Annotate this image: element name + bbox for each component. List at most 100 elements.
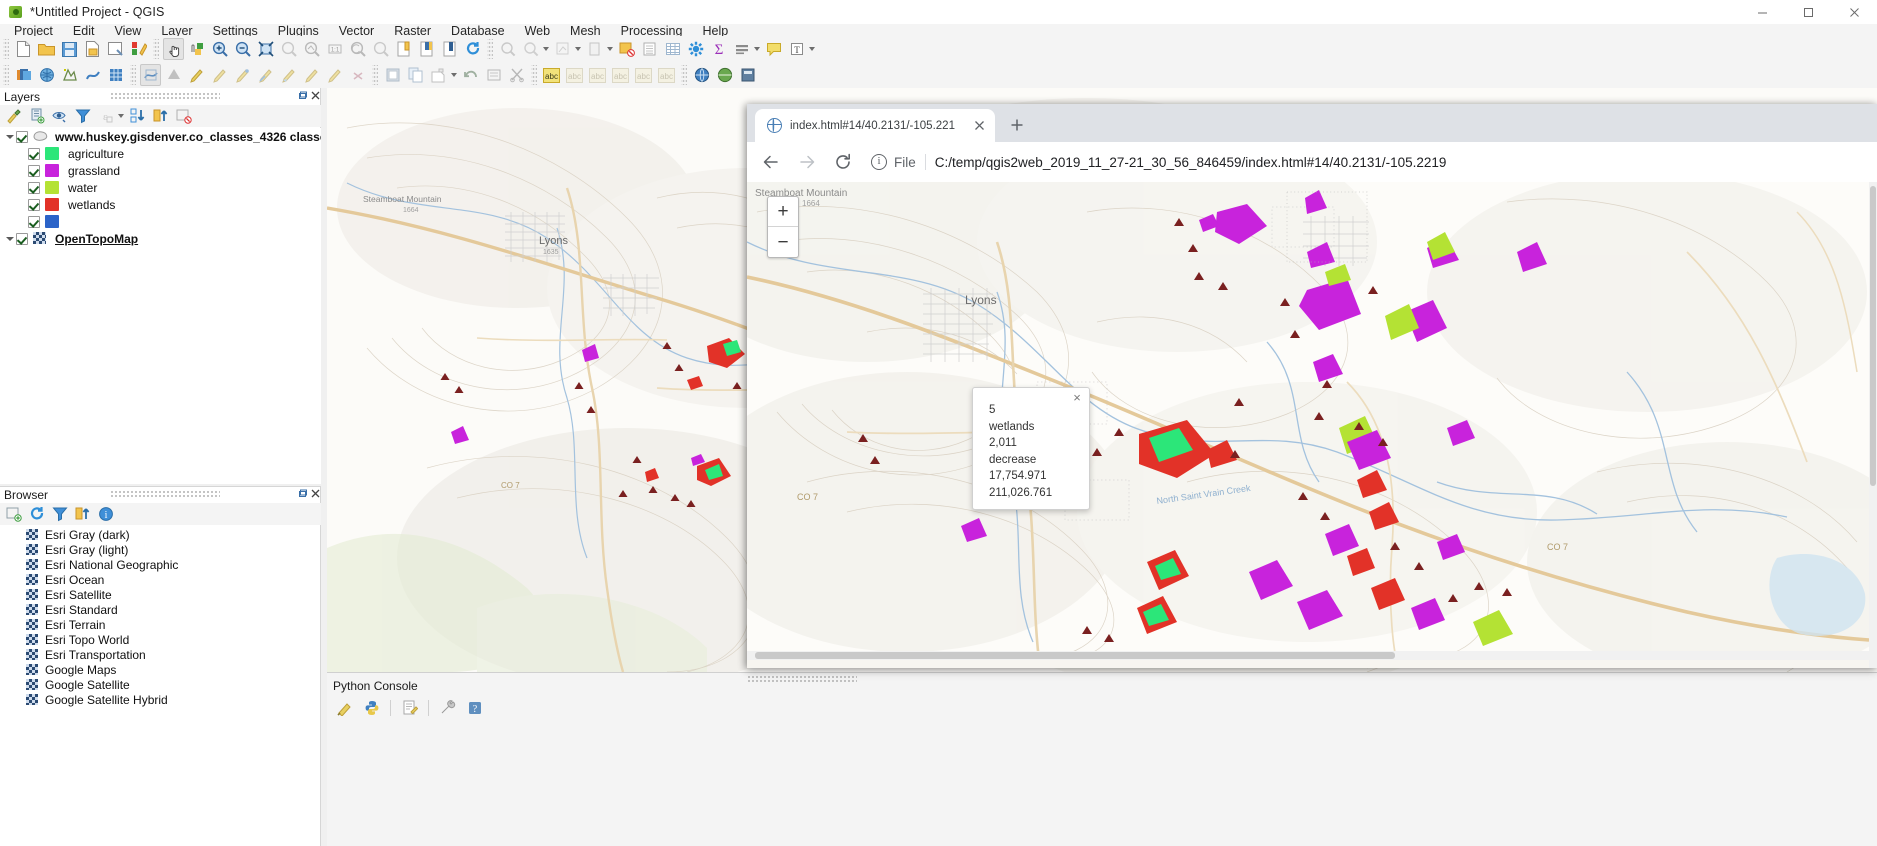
text-annotation-icon[interactable]: T <box>786 38 807 60</box>
select-by-expression-icon[interactable] <box>552 38 573 60</box>
browser-item-google-maps[interactable]: Google Maps <box>0 662 312 677</box>
browser-item-esri-topo-world[interactable]: Esri Topo World <box>0 632 312 647</box>
show-labels-dropdown[interactable] <box>753 38 761 60</box>
add-vector-layer-icon[interactable] <box>36 64 57 86</box>
zoom-out-button[interactable]: − <box>768 227 798 257</box>
paste-dropdown[interactable] <box>450 64 458 86</box>
forward-arrow-icon[interactable] <box>792 147 822 177</box>
pan-map-icon[interactable] <box>163 38 184 60</box>
vertex-tool-icon[interactable] <box>301 64 322 86</box>
zoom-to-layer-icon[interactable] <box>301 38 322 60</box>
open-project-icon[interactable] <box>36 38 57 60</box>
toolbar-grip-8[interactable] <box>681 65 687 85</box>
legend-visibility-checkbox-wetlands[interactable] <box>28 198 40 211</box>
chrome-browser-window[interactable]: index.html#14/40.2131/-105.221 i File C:… <box>747 104 1877 668</box>
toolbar-grip-3[interactable] <box>487 39 493 59</box>
browser-item-esri-terrain[interactable]: Esri Terrain <box>0 617 312 632</box>
show-spatial-bookmarks-icon[interactable] <box>439 38 460 60</box>
browser-panel-close-button[interactable] <box>311 489 320 498</box>
browser-item-esri-national-geographic[interactable]: Esri National Geographic <box>0 557 312 572</box>
expand-all-icon[interactable] <box>127 105 148 127</box>
zoom-in-button[interactable]: + <box>768 197 798 227</box>
toolbar-grip-6[interactable] <box>372 65 378 85</box>
layer-visibility-checkbox[interactable] <box>16 130 28 143</box>
map-tips-icon[interactable] <box>763 38 784 60</box>
save-project-icon[interactable] <box>59 38 80 60</box>
toggle-editing-icon[interactable] <box>186 64 207 86</box>
change-label-icon[interactable]: abc <box>656 64 677 86</box>
zoom-to-selection-icon[interactable] <box>278 38 299 60</box>
identify-features-icon[interactable] <box>497 38 518 60</box>
remove-layer-icon[interactable] <box>173 105 194 127</box>
layer-group-row-vector[interactable]: www.huskey.gisdenver.co_classes_4326 cla… <box>0 128 321 145</box>
zoom-out-icon[interactable] <box>232 38 253 60</box>
layers-tree[interactable]: www.huskey.gisdenver.co_classes_4326 cla… <box>0 128 321 484</box>
python-console-drag-handle[interactable] <box>747 675 857 683</box>
enable-properties-widget-icon[interactable]: i <box>95 503 116 525</box>
text-annotation-dropdown[interactable] <box>808 38 816 60</box>
statistical-summary-icon[interactable] <box>662 38 683 60</box>
layer-row-opentopomap[interactable]: OpenTopoMap <box>0 230 321 247</box>
browser-tab[interactable]: index.html#14/40.2131/-105.221 <box>755 109 995 142</box>
vscroll-thumb[interactable] <box>1870 186 1876 486</box>
site-info-icon[interactable]: i <box>871 154 887 170</box>
digitize-polygon-icon[interactable] <box>278 64 299 86</box>
rotate-label-icon[interactable]: abc <box>633 64 654 86</box>
new-shapefile-icon[interactable] <box>163 64 184 86</box>
options-icon[interactable] <box>685 38 706 60</box>
field-calculator-icon[interactable] <box>639 38 660 60</box>
filter-browser-icon[interactable] <box>49 503 70 525</box>
legend-visibility-checkbox-grassland[interactable] <box>28 164 40 177</box>
open-layer-styling-icon[interactable] <box>3 105 24 127</box>
refresh-icon[interactable] <box>462 38 483 60</box>
tab-close-icon[interactable] <box>971 118 987 134</box>
move-label-icon[interactable]: abc <box>610 64 631 86</box>
show-editor-icon[interactable] <box>399 697 420 719</box>
collapse-all-icon[interactable] <box>150 105 171 127</box>
popup-close-icon[interactable]: × <box>1070 391 1084 405</box>
legend-visibility-checkbox-water[interactable] <box>28 181 40 194</box>
filter-legend-expression-icon[interactable]: ε <box>95 105 116 127</box>
zoom-full-icon[interactable] <box>255 38 276 60</box>
plugin-layout-icon[interactable] <box>737 64 758 86</box>
legend-visibility-checkbox-unnamed[interactable] <box>28 215 40 228</box>
help-icon[interactable]: ? <box>464 697 485 719</box>
hscroll-thumb[interactable] <box>755 652 1395 659</box>
qgis2web-icon[interactable] <box>714 64 735 86</box>
browser-panel-drag-handle[interactable] <box>110 490 220 498</box>
expand-collapse-icon-opentopomap[interactable] <box>4 233 16 245</box>
python-icon[interactable] <box>361 697 382 719</box>
new-bookmark-icon[interactable] <box>393 38 414 60</box>
feature-popup[interactable]: × 5 wetlands 2,011 decrease 17,754.971 2… <box>972 387 1090 510</box>
pin-labels-icon[interactable]: abc <box>564 64 585 86</box>
legend-row-grassland[interactable]: grassland <box>0 162 321 179</box>
leaflet-web-map[interactable]: Steamboat Mountain 1664 Lyons CO 7 CO 7 … <box>747 182 1869 660</box>
layers-panel-drag-handle[interactable] <box>110 92 220 100</box>
paste-features-icon[interactable] <box>428 64 449 86</box>
toolbar-grip-5[interactable] <box>130 65 136 85</box>
toolbar-grip-2[interactable] <box>153 39 159 59</box>
new-tab-button[interactable] <box>1003 111 1031 139</box>
cut-features-icon[interactable] <box>382 64 403 86</box>
browser-item-esri-gray-dark[interactable]: Esri Gray (dark) <box>0 527 312 542</box>
browser-item-esri-standard[interactable]: Esri Standard <box>0 602 312 617</box>
add-wms-layer-icon[interactable] <box>140 64 161 86</box>
legend-row-wetlands[interactable]: wetlands <box>0 196 321 213</box>
zoom-in-icon[interactable] <box>209 38 230 60</box>
open-attribute-table-icon[interactable] <box>616 38 637 60</box>
toolbar-grip[interactable] <box>3 39 9 59</box>
browser-item-esri-gray-light[interactable]: Esri Gray (light) <box>0 542 312 557</box>
copy-features-icon[interactable] <box>405 64 426 86</box>
back-arrow-icon[interactable] <box>756 147 786 177</box>
close-button[interactable] <box>1831 0 1877 24</box>
minimize-button[interactable] <box>1739 0 1785 24</box>
show-labels-icon[interactable] <box>731 38 752 60</box>
layers-panel-close-button[interactable] <box>311 91 320 100</box>
browser-item-google-satellite-hybrid[interactable]: Google Satellite Hybrid <box>0 692 312 707</box>
expand-collapse-icon[interactable] <box>4 131 16 143</box>
collapse-all-icon[interactable] <box>72 503 93 525</box>
address-bar[interactable]: i File C:/temp/qgis2web_2019_11_27-21_30… <box>867 148 1865 176</box>
legend-row-water[interactable]: water <box>0 179 321 196</box>
new-print-layout-icon[interactable] <box>105 38 126 60</box>
map-zoom-control[interactable]: + − <box>767 196 799 258</box>
